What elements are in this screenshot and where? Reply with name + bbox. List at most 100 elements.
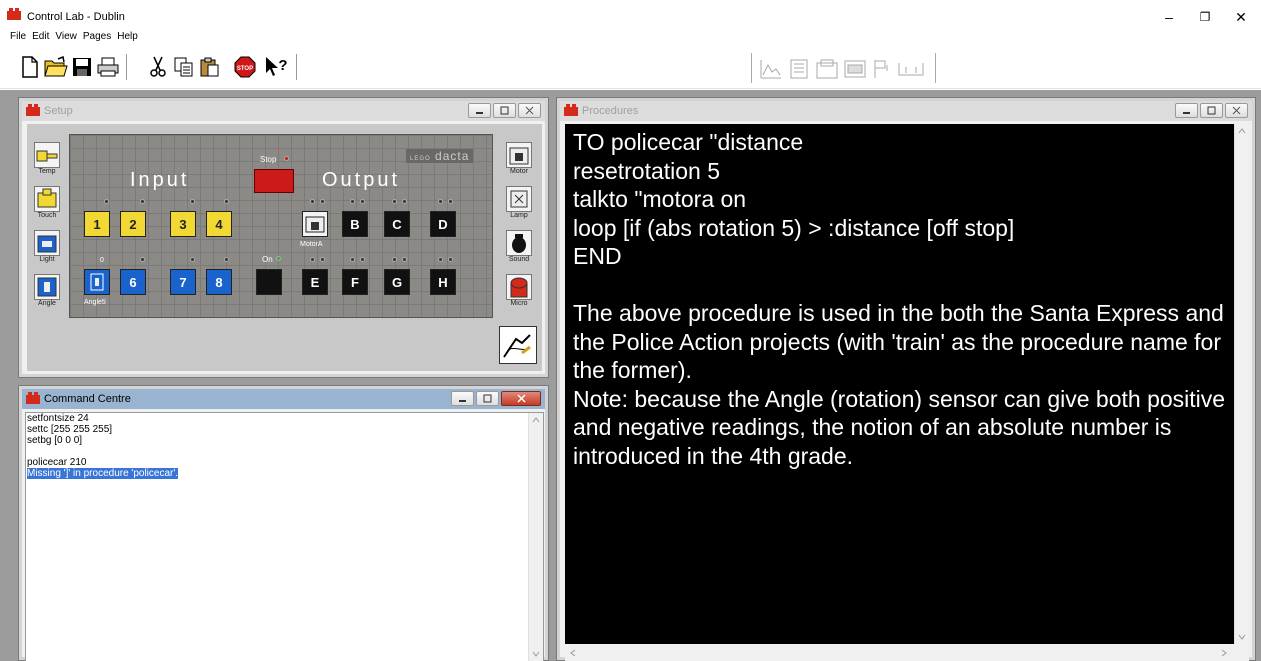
- procedures-minimize-button[interactable]: [1175, 103, 1198, 118]
- effector-sound[interactable]: Sound: [505, 230, 533, 274]
- command-close-button[interactable]: [501, 391, 541, 406]
- output-led: [360, 199, 365, 204]
- procedures-window: Procedures TO policecar "distance resetr…: [556, 97, 1256, 661]
- output-port-blank[interactable]: [256, 269, 282, 295]
- command-maximize-button[interactable]: [476, 391, 499, 406]
- input-port-1[interactable]: 1: [84, 211, 110, 237]
- input-port-6[interactable]: 6: [120, 269, 146, 295]
- setup-maximize-button[interactable]: [493, 103, 516, 118]
- sensor-light[interactable]: Light: [33, 230, 61, 274]
- minimize-button[interactable]: –: [1151, 6, 1187, 28]
- maximize-icon: [483, 394, 492, 403]
- menu-help[interactable]: Help: [117, 31, 138, 47]
- output-port-d[interactable]: D: [430, 211, 456, 237]
- output-led: [392, 199, 397, 204]
- context-help-button[interactable]: ?: [264, 54, 288, 80]
- copy-button[interactable]: [172, 54, 196, 80]
- input-port-4[interactable]: 4: [206, 211, 232, 237]
- paste-button[interactable]: [198, 54, 222, 80]
- input-port-8[interactable]: 8: [206, 269, 232, 295]
- output-port-c[interactable]: C: [384, 211, 410, 237]
- input-led: [140, 257, 145, 262]
- error-line: Missing ']' in procedure 'policecar'.: [26, 468, 543, 479]
- procedures-vertical-scrollbar[interactable]: [1234, 124, 1249, 644]
- micro-icon: [510, 277, 528, 298]
- stop-panel[interactable]: [254, 169, 294, 193]
- output-port-h[interactable]: H: [430, 269, 456, 295]
- setup-title-bar[interactable]: Setup: [22, 101, 545, 121]
- menu-file[interactable]: File: [10, 31, 26, 47]
- save-disk-icon: [73, 58, 91, 76]
- procedures-maximize-button[interactable]: [1200, 103, 1223, 118]
- input-port-2[interactable]: 2: [120, 211, 146, 237]
- effector-lamp[interactable]: Lamp: [505, 186, 533, 230]
- maximize-icon: [500, 106, 509, 115]
- command-line: [26, 446, 543, 457]
- command-centre-editor[interactable]: setfontsize 24 settc [255 255 255] setbg…: [25, 412, 544, 661]
- error-message: Missing ']' in procedure 'policecar'.: [27, 468, 179, 479]
- sensor-angle[interactable]: Angle: [33, 274, 61, 318]
- menu-edit[interactable]: Edit: [32, 31, 49, 47]
- input-port-7[interactable]: 7: [170, 269, 196, 295]
- output-port-f[interactable]: F: [342, 269, 368, 295]
- scroll-down-icon: [1238, 634, 1246, 640]
- graph-icon: [760, 60, 781, 79]
- minimize-icon: [1183, 112, 1190, 114]
- output-led: [350, 257, 355, 262]
- input-port-3[interactable]: 3: [170, 211, 196, 237]
- command-line: policecar 210: [27, 457, 87, 468]
- toolbar-separator: [296, 54, 297, 80]
- output-port-b[interactable]: B: [342, 211, 368, 237]
- procedures-title: Procedures: [582, 105, 639, 117]
- mdi-workspace: Setup Temp Touch Light Angle Input Outpu…: [0, 90, 1261, 661]
- menu-pages[interactable]: Pages: [83, 31, 111, 47]
- save-button[interactable]: [70, 54, 94, 80]
- scroll-up-icon: [1238, 128, 1246, 134]
- input-led: [190, 257, 195, 262]
- procedures-title-bar[interactable]: Procedures: [560, 101, 1252, 121]
- menu-view[interactable]: View: [55, 31, 77, 47]
- command-line: setfontsize 24: [27, 413, 89, 424]
- scroll-left-icon: [570, 649, 576, 657]
- help-pointer-icon: ?: [266, 57, 288, 76]
- procedures-editor[interactable]: TO policecar "distance resetrotation 5 t…: [565, 124, 1249, 661]
- output-led: [402, 199, 407, 204]
- effector-motor[interactable]: Motor: [505, 142, 533, 186]
- close-button[interactable]: ✕: [1223, 6, 1259, 28]
- effector-micro[interactable]: Micro: [505, 274, 533, 318]
- output-led: [448, 199, 453, 204]
- command-vertical-scrollbar[interactable]: [528, 413, 543, 661]
- print-button[interactable]: [96, 54, 120, 80]
- output-port-a-motor[interactable]: [302, 211, 328, 237]
- lego-brick-icon: [564, 104, 578, 116]
- output-port-e[interactable]: E: [302, 269, 328, 295]
- restore-button[interactable]: ❐: [1187, 6, 1223, 28]
- paste-clipboard-icon: [200, 57, 219, 77]
- box-icon: [816, 59, 838, 79]
- procedures-close-button[interactable]: [1225, 103, 1248, 118]
- toolbar: STOP ?: [0, 49, 1261, 89]
- setup-minimize-button[interactable]: [468, 103, 491, 118]
- cut-button[interactable]: [146, 54, 170, 80]
- sensor-temp-label: Temp: [38, 168, 56, 175]
- setup-close-button[interactable]: [518, 103, 541, 118]
- angle-sensor-icon: [90, 273, 104, 291]
- new-file-button[interactable]: [18, 54, 42, 80]
- menu-bar: File Edit View Pages Help: [10, 31, 138, 47]
- sensor-temp[interactable]: Temp: [33, 142, 61, 186]
- output-port-g[interactable]: G: [384, 269, 410, 295]
- setup-body: Temp Touch Light Angle Input Output Stop…: [27, 124, 542, 371]
- open-button[interactable]: [44, 54, 68, 80]
- output-led: [320, 257, 325, 262]
- open-folder-icon: [44, 56, 68, 77]
- procedures-horizontal-scrollbar[interactable]: [565, 644, 1249, 661]
- temperature-sensor-icon: [36, 150, 58, 162]
- command-centre-title-bar[interactable]: Command Centre: [22, 389, 545, 409]
- close-icon: [525, 106, 534, 115]
- input-port-5-angle[interactable]: [84, 269, 110, 295]
- wiring-tool-button[interactable]: [499, 326, 537, 364]
- stop-button[interactable]: STOP: [233, 54, 257, 80]
- sensor-touch[interactable]: Touch: [33, 186, 61, 230]
- setup-window: Setup Temp Touch Light Angle Input Outpu…: [18, 97, 549, 378]
- command-minimize-button[interactable]: [451, 391, 474, 406]
